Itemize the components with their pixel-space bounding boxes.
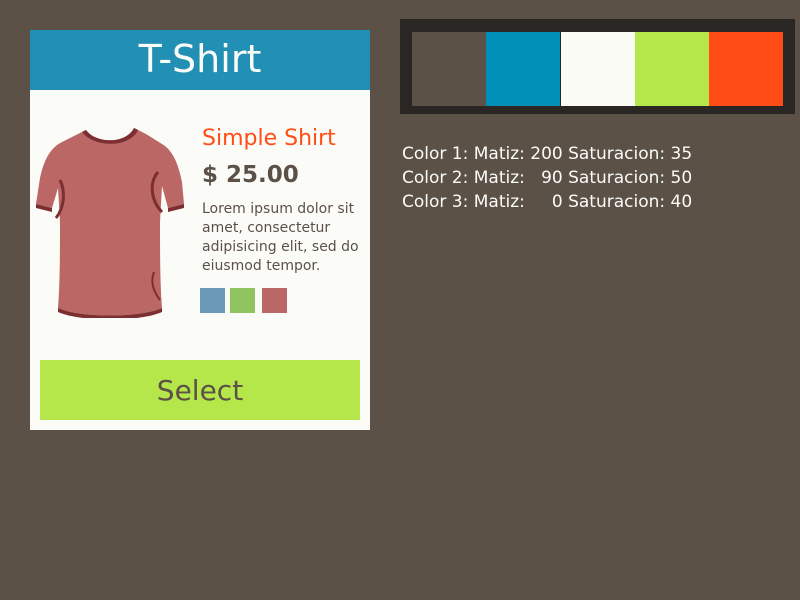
palette-swatch-4	[635, 32, 709, 106]
swatch-green[interactable]	[230, 288, 255, 313]
card-header: T-Shirt	[30, 30, 370, 90]
product-card: T-Shirt Simple Shirt $ 25.00 Lorem ipsum…	[30, 30, 370, 430]
palette-swatch-5	[709, 32, 783, 106]
swatch-blue[interactable]	[200, 288, 225, 313]
color-palette	[400, 19, 795, 114]
swatch-red[interactable]	[262, 288, 287, 313]
t-shirt-image	[36, 128, 184, 318]
product-description: Lorem ipsum dolor sit amet, consectetur …	[202, 201, 359, 274]
palette-swatch-3	[561, 32, 635, 106]
color-info-line: Color 2: Matiz: 90 Saturacion: 50	[402, 168, 693, 188]
color-info: Color 1: Matiz: 200 Saturacion: 35 Color…	[402, 142, 692, 214]
color-info-line: Color 3: Matiz: 0 Saturacion: 40	[402, 192, 693, 212]
select-button[interactable]: Select	[40, 360, 360, 420]
product-name: Simple Shirt	[202, 126, 336, 151]
palette-swatch-1	[412, 32, 486, 106]
color-info-line: Color 1: Matiz: 200 Saturacion: 35	[402, 144, 693, 164]
page: T-Shirt Simple Shirt $ 25.00 Lorem ipsum…	[0, 0, 800, 600]
product-price: $ 25.00	[202, 162, 299, 188]
palette-swatch-2	[486, 32, 560, 106]
